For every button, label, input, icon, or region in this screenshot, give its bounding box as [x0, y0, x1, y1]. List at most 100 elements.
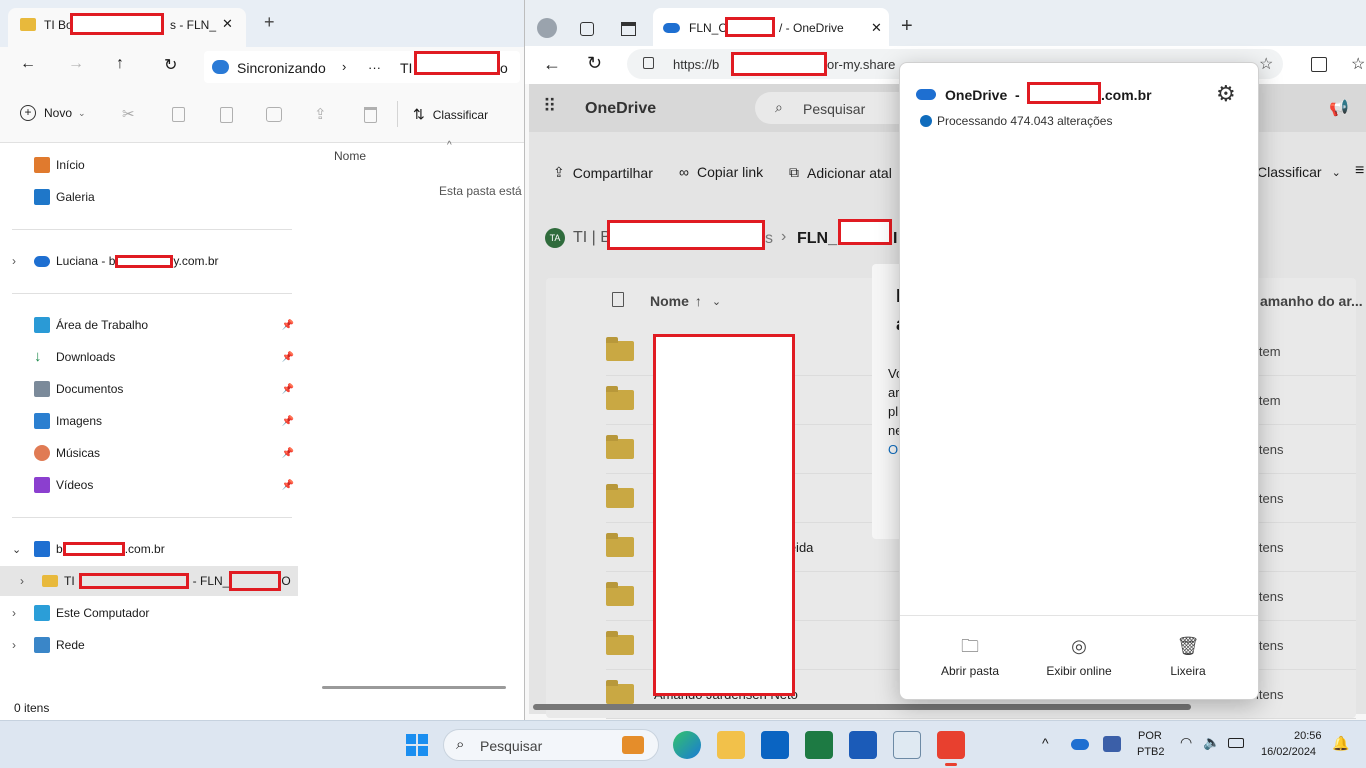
up-arrow-icon[interactable]: ↑ [116, 55, 124, 73]
more-options-icon[interactable]: ≡ [1355, 162, 1364, 180]
nav-item-videos[interactable]: Vídeos 📌 [0, 470, 300, 500]
address-field[interactable]: Sincronizando › ··· TI o [204, 51, 520, 83]
taskbar-search-box[interactable]: ⌕ Pesquisar [443, 729, 659, 761]
excel-icon[interactable] [805, 731, 833, 759]
flyout-title-end: .com.br [1101, 87, 1152, 103]
view-online-button[interactable]: ◎ Exibir online [1029, 636, 1129, 678]
breadcrumb-ti[interactable]: TI [400, 60, 412, 76]
anydesk-icon[interactable] [937, 731, 965, 759]
folder-icon [606, 435, 634, 459]
profile-avatar-icon[interactable] [537, 18, 557, 38]
back-arrow-icon[interactable]: ← [543, 54, 561, 75]
horizontal-scrollbar[interactable] [322, 686, 506, 689]
column-header-size[interactable]: amanho do ar... [1260, 293, 1363, 309]
share-icon[interactable]: ⇪ [314, 105, 327, 123]
back-arrow-icon[interactable]: ← [20, 55, 36, 73]
nav-item-gallery[interactable]: Galeria [0, 182, 300, 212]
share-button[interactable]: ⇪ Compartilhar [553, 164, 653, 181]
browser-tab-onedrive[interactable]: FLN_C / - OneDrive ✕ [653, 8, 889, 46]
clock-time[interactable]: 20:56 [1294, 730, 1322, 742]
nav-item-desktop[interactable]: Área de Trabalho 📌 [0, 310, 300, 340]
dialog-link[interactable]: O [888, 442, 898, 457]
notification-icon[interactable]: 🔔 [1332, 735, 1349, 752]
horizontal-scrollbar[interactable] [533, 704, 1191, 710]
video-icon [34, 477, 50, 493]
pin-icon[interactable]: 📌 [282, 416, 294, 427]
nav-label: Documentos [56, 382, 124, 396]
app-launcher-icon[interactable]: ⠿ [543, 96, 556, 117]
collections-icon[interactable] [580, 22, 594, 36]
paste-icon[interactable] [220, 107, 233, 123]
volume-icon[interactable]: 🔈 [1203, 734, 1220, 751]
breadcrumb-more[interactable]: ··· [368, 60, 381, 75]
new-tab-icon[interactable]: + [901, 15, 913, 38]
favorite-star-icon[interactable]: ☆ [1259, 54, 1273, 74]
sort-button[interactable]: ⇅ Classificar [413, 106, 488, 123]
delete-icon[interactable] [364, 107, 377, 123]
wifi-icon[interactable]: ◠ [1180, 734, 1192, 751]
column-header-name[interactable]: Nome ↑ ⌄ [650, 293, 721, 309]
pin-icon[interactable]: 📌 [282, 448, 294, 459]
nav-item-images[interactable]: Imagens 📌 [0, 406, 300, 436]
nav-label: Área de Trabalho [56, 318, 149, 332]
pin-icon[interactable]: 📌 [282, 352, 294, 363]
sort-button[interactable]: Classificar ⌄ [1257, 164, 1341, 180]
add-shortcut-button[interactable]: ⧉ Adicionar atal [789, 164, 892, 181]
outlook-icon[interactable] [761, 731, 789, 759]
breadcrumb-site[interactable]: TI | B [573, 229, 611, 247]
add-shortcut-label: Adicionar atal [807, 164, 892, 181]
nav-item-music[interactable]: Músicas 📌 [0, 438, 300, 468]
nav-item-documents[interactable]: Documentos 📌 [0, 374, 300, 404]
chevron-right-icon: › [12, 606, 16, 620]
close-icon[interactable]: ✕ [871, 20, 882, 36]
nav-item-onedrive[interactable]: › Luciana - b y.com.br [0, 246, 300, 276]
nav-item-shared-folder[interactable]: › TI - FLN_ O [0, 566, 298, 596]
megaphone-icon[interactable]: 📢 [1329, 98, 1349, 118]
windows-taskbar: ⌕ Pesquisar ^ POR PTB2 ◠ 🔈 20:56 16/02/2… [0, 720, 1366, 768]
windows-start-icon[interactable] [406, 734, 428, 756]
rename-icon[interactable] [266, 107, 282, 122]
nav-item-home[interactable]: Início [0, 150, 300, 180]
chevron-up-icon[interactable]: ^ [1042, 735, 1049, 751]
refresh-icon[interactable]: ↻ [164, 55, 177, 75]
refresh-icon[interactable]: ↻ [587, 53, 602, 74]
split-screen-icon[interactable] [1311, 57, 1327, 72]
redaction [414, 51, 500, 75]
language-top[interactable]: POR [1138, 730, 1162, 742]
battery-icon[interactable] [1228, 738, 1244, 748]
recycle-bin-button[interactable]: 🗑 Lixeira [1138, 636, 1238, 678]
explorer-tab[interactable]: TI Bo s - FLN_ ✕ [8, 8, 246, 47]
clock-date[interactable]: 16/02/2024 [1261, 746, 1316, 758]
nav-item-network[interactable]: › Rede [0, 630, 300, 660]
onedrive-tray-icon[interactable] [1071, 739, 1089, 750]
nav-item-this-pc[interactable]: › Este Computador [0, 598, 300, 628]
open-folder-button[interactable]: 🗀 Abrir pasta [920, 636, 1020, 678]
pin-icon[interactable]: 📌 [282, 384, 294, 395]
add-tab-icon[interactable]: + [264, 12, 275, 33]
document-icon [34, 381, 50, 397]
folder-icon [606, 680, 634, 704]
nav-item-organization[interactable]: ⌄ b .com.br [0, 534, 300, 564]
column-header-name[interactable]: Nome [334, 149, 366, 163]
forward-arrow-icon[interactable]: → [68, 55, 84, 73]
new-button[interactable]: + Novo ⌄ [20, 105, 86, 121]
word-icon[interactable] [849, 731, 877, 759]
close-icon[interactable]: ✕ [222, 16, 233, 32]
pin-icon[interactable]: 📌 [282, 480, 294, 491]
meet-tray-icon[interactable] [1103, 736, 1121, 752]
cut-icon[interactable]: ✂ [122, 105, 135, 123]
sort-icon: ⇅ [413, 106, 425, 122]
gear-icon[interactable]: ⚙ [1216, 81, 1236, 107]
onedrive-brand[interactable]: OneDrive [585, 100, 656, 118]
extensions-star-icon[interactable]: ☆ [1351, 54, 1365, 74]
copy-link-button[interactable]: ∞ Copiar link [679, 164, 763, 180]
language-bottom[interactable]: PTB2 [1137, 746, 1165, 758]
nav-item-downloads[interactable]: ↓ Downloads 📌 [0, 342, 300, 372]
edge-browser-icon[interactable] [673, 731, 701, 759]
performance-monitor-icon[interactable] [893, 731, 921, 759]
copy-icon[interactable] [172, 107, 185, 122]
pin-icon[interactable]: 📌 [282, 320, 294, 331]
sync-progress-icon [920, 115, 932, 127]
file-explorer-icon[interactable] [717, 731, 745, 759]
vertical-tabs-icon[interactable] [621, 22, 636, 36]
